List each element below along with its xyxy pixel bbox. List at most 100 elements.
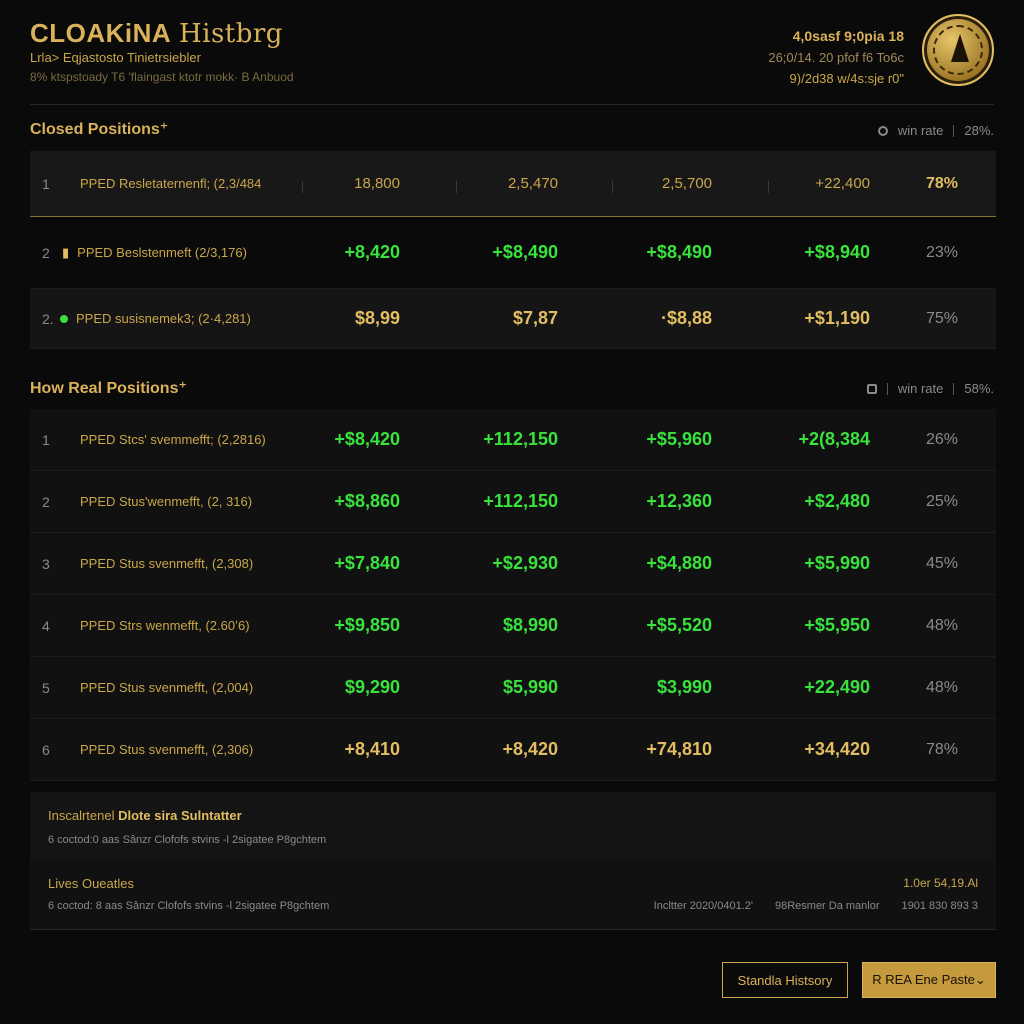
note-meta-1: Incltter 2020/0401.2' <box>653 900 753 912</box>
note-body: 6 coctod:0 aas Sânzr Clofofs stvins -l 2… <box>48 834 327 846</box>
real-win-rate: win rate 58%. <box>866 381 994 396</box>
account-line-2: 26;0/14. 20 pfof f6 To6c <box>768 50 904 65</box>
value-cell: +8,420 <box>344 242 400 262</box>
account-summary: 4,0sasf 9;0pia 18 26;0/14. 20 pfof f6 To… <box>768 26 904 89</box>
value-cell: $5,990 <box>502 677 558 697</box>
value-cell: +112,150 <box>483 491 558 511</box>
value-cell: +$8,490 <box>492 242 558 262</box>
bar-chart-icon: ▮ <box>62 244 70 260</box>
value-cell: +2(8,384 <box>798 429 870 449</box>
note-body: 6 coctod: 8 aas Sânzr Clofofs stvins -l … <box>48 900 330 912</box>
header-caption: 8% ktspstoady T6 'flaingast ktotr mokk· … <box>30 70 294 84</box>
table-row[interactable]: 3 PPED Stus svenmefft, (2,308) +$7,840 +… <box>30 533 996 595</box>
meta-divider <box>886 382 888 395</box>
app-title: CLOAKiNA Histbrg <box>30 18 283 49</box>
closed-positions-title: Closed Positions⁺ <box>30 121 169 138</box>
header-divider <box>30 104 994 105</box>
value-cell: $8,990 <box>502 615 558 635</box>
win-rate-cell: 78% <box>925 174 958 192</box>
seal-glyph <box>951 34 969 62</box>
value-cell: +$5,960 <box>646 429 712 449</box>
value-cell: +$7,840 <box>334 553 400 573</box>
row-index: 1 <box>42 431 50 448</box>
value-cell: $9,290 <box>344 677 400 697</box>
row-index: 5 <box>42 679 50 696</box>
win-rate-label: win rate <box>897 381 944 396</box>
value-cell: +74,810 <box>646 739 712 759</box>
note-card: Inscalrtenel Dlote sira Sulntatter 6 coc… <box>30 792 996 860</box>
table-row[interactable]: 6 PPED Stus svenmefft, (2,306) +8,410 +8… <box>30 719 996 781</box>
real-positions-table: 1 PPED Stcs' svemmefft; (2,2816) +$8,420… <box>30 409 996 781</box>
position-name: PPED Stcs' svemmefft; (2,2816) <box>80 432 266 447</box>
win-rate-cell: 48% <box>925 678 958 696</box>
note-title: Inscalrtenel Dlote sira Sulntatter <box>48 808 242 823</box>
app-title-main: CLOAKiNA <box>30 18 172 48</box>
position-name: PPED Stus svenmefft, (2,004) <box>80 680 254 695</box>
grid-icon[interactable] <box>866 383 877 394</box>
value-cell: 18,800 <box>354 175 400 192</box>
position-name: PPED Stus'wenmefft, (2, 316) <box>80 494 253 509</box>
value-cell: $8,99 <box>354 308 400 328</box>
note-meta: Incltter 2020/0401.2' 98Resmer Da manlor… <box>654 900 978 912</box>
value-cell: ·$8,88 <box>660 308 712 328</box>
info-icon[interactable] <box>877 125 888 136</box>
closed-win-rate: win rate 28%. <box>877 123 994 138</box>
table-row[interactable]: 1 PPED Resletaternenfl; (2,3/484 18,800 … <box>30 151 996 217</box>
account-line-1: 4,0sasf 9;0pia 18 <box>792 28 904 44</box>
value-cell: +34,420 <box>804 739 870 759</box>
win-rate-cell: 48% <box>925 616 958 634</box>
value-cell: +$8,860 <box>334 491 400 511</box>
page-header: CLOAKiNA Histbrg Lrla> Eqjastosto Tiniet… <box>30 14 994 104</box>
win-rate-value: 28%. <box>964 123 994 138</box>
value-cell: 2,5,470 <box>507 175 558 192</box>
note-meta-3: 1901 830 893 3 <box>901 900 978 912</box>
position-name: PPED Resletaternenfl; (2,3/484 <box>80 176 262 191</box>
table-row[interactable]: 2 ▮ PPED Beslstenmeft (2/3,176) +8,420 +… <box>30 217 996 289</box>
value-cell: +$8,490 <box>646 242 712 262</box>
value-cell: 2,5,700 <box>661 175 712 192</box>
note-date: 1.0er 54,19.Al <box>903 876 978 890</box>
value-cell: +22,490 <box>804 677 870 697</box>
real-positions-title: How Real Positions⁺ <box>30 380 187 397</box>
win-rate-cell: 23% <box>925 243 958 261</box>
value-cell: +$2,930 <box>492 553 558 573</box>
win-rate-label: win rate <box>897 123 944 138</box>
note-card: Lives Oueatles 6 coctod: 8 aas Sânzr Clo… <box>30 860 996 930</box>
note-title: Lives Oueatles <box>48 876 134 891</box>
more-options-button[interactable]: R REA Ene Paste⌄ <box>862 962 996 998</box>
row-index: 1 <box>42 175 50 192</box>
status-dot-icon <box>60 314 68 323</box>
win-rate-value: 58%. <box>964 381 994 396</box>
value-cell: $7,87 <box>512 308 558 328</box>
value-cell: +$4,880 <box>646 553 712 573</box>
header-subtitle: Lrla> Eqjastosto Tinietrsiebler <box>30 50 201 65</box>
row-index: 4 <box>42 617 50 634</box>
position-name: PPED Stus svenmefft, (2,306) <box>80 742 254 757</box>
value-cell: $3,990 <box>656 677 712 697</box>
position-name: ▮ PPED Beslstenmeft (2/3,176) <box>62 217 247 288</box>
value-cell: +$5,990 <box>804 553 870 573</box>
note-meta-2: 98Resmer Da manlor <box>774 900 880 912</box>
value-cell: +12,360 <box>646 491 712 511</box>
row-index: 2. <box>42 310 54 327</box>
win-rate-cell: 45% <box>925 554 958 572</box>
note-title-prefix: Inscalrtenel <box>48 808 115 823</box>
value-cell: +22,400 <box>815 175 870 192</box>
value-cell: +$8,940 <box>804 242 870 262</box>
history-button[interactable]: Standla Histsory <box>722 962 848 998</box>
table-row[interactable]: 4 PPED Strs wenmefft, (2.60ʼ6) +$9,850 $… <box>30 595 996 657</box>
brand-seal-icon <box>922 14 994 86</box>
position-name: PPED susisnemek3; (2·4,281) <box>60 289 251 348</box>
value-cell: +$8,420 <box>334 429 400 449</box>
position-name-text: PPED susisnemek3; (2·4,281) <box>76 311 251 326</box>
account-line-3: 9)/2d38 w/4s:sje r0" <box>789 71 904 86</box>
table-row[interactable]: 2 PPED Stus'wenmefft, (2, 316) +$8,860 +… <box>30 471 996 533</box>
note-title-main: Dlote sira Sulntatter <box>118 808 242 823</box>
value-cell: +112,150 <box>483 429 558 449</box>
table-row[interactable]: 5 PPED Stus svenmefft, (2,004) $9,290 $5… <box>30 657 996 719</box>
row-index: 2 <box>42 244 50 261</box>
table-row[interactable]: 2. PPED susisnemek3; (2·4,281) $8,99 $7,… <box>30 289 996 349</box>
table-row[interactable]: 1 PPED Stcs' svemmefft; (2,2816) +$8,420… <box>30 409 996 471</box>
win-rate-cell: 75% <box>925 309 958 327</box>
meta-divider <box>953 382 955 395</box>
